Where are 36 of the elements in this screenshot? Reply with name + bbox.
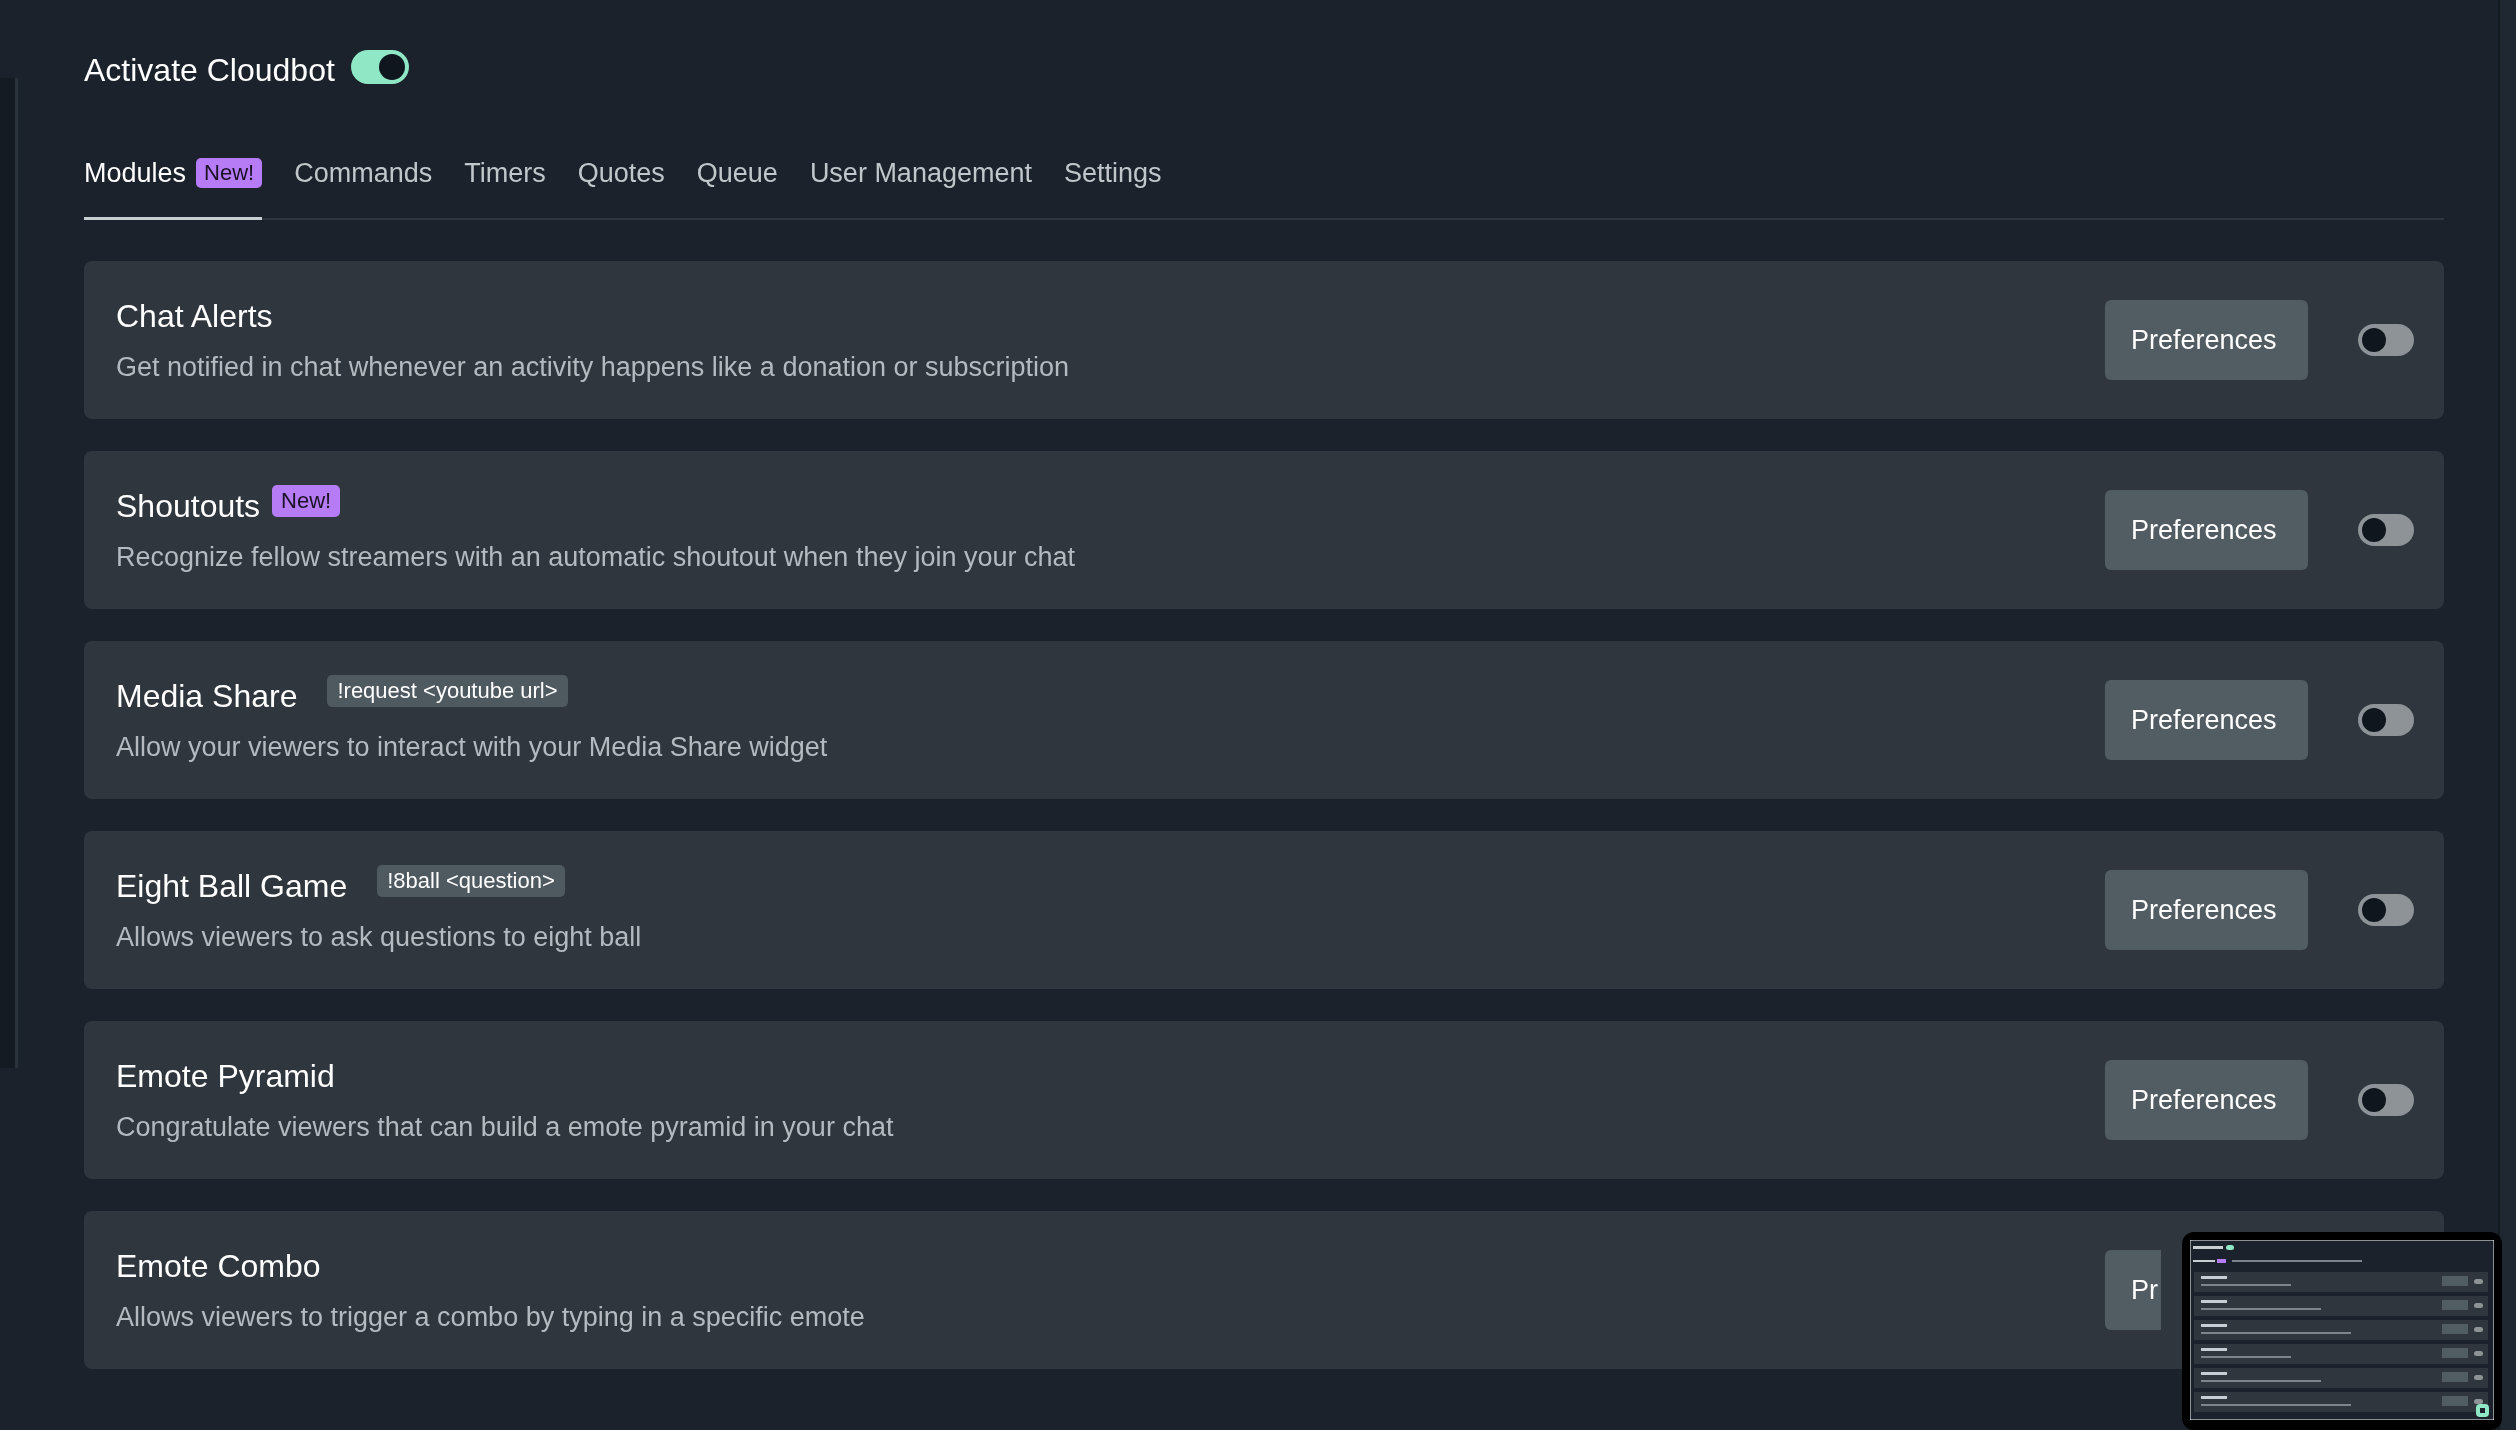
toggle-switch[interactable]: [2358, 1084, 2414, 1116]
module-title: Eight Ball Game: [116, 867, 348, 906]
command-badge: !8ball <question>: [377, 865, 565, 897]
tab[interactable]: Quotes: [577, 157, 665, 220]
tab[interactable]: User Management: [809, 157, 1032, 220]
new-badge: New!: [272, 485, 341, 517]
new-badge: New!: [196, 158, 263, 188]
module-description: Recognize fellow streamers with an automatic shoutout when they join your chat: [116, 541, 1076, 574]
module-description: Allows viewers to ask questions to eight ball: [116, 921, 643, 954]
module-title: Emote Combo: [116, 1247, 321, 1286]
preferences-button[interactable]: Preferences: [2105, 680, 2308, 760]
tab[interactable]: Commands: [294, 157, 433, 220]
toggle-switch[interactable]: [2358, 704, 2414, 736]
preferences-button[interactable]: Preferences: [2105, 1060, 2308, 1140]
toggle-switch[interactable]: [2358, 324, 2414, 356]
tab[interactable]: Queue: [696, 157, 778, 220]
module-description: Congratulate viewers that can build a emote pyramid in your chat: [116, 1111, 895, 1144]
page-title: Activate Cloudbot: [84, 51, 335, 90]
module-title: Shoutouts: [116, 487, 261, 526]
module-description: Allow your viewers to interact with your Media Share widget: [116, 731, 829, 764]
tab[interactable]: Modules New!: [84, 157, 263, 220]
module-description: Get notified in chat whenever an activity happens like a donation or subscription: [116, 351, 1071, 384]
module-title: Emote Pyramid: [116, 1057, 335, 1096]
preferences-button[interactable]: Preferences: [2105, 300, 2308, 380]
module-description: Allows viewers to trigger a combo by typing in a specific emote: [116, 1301, 866, 1334]
toggle-switch[interactable]: [2358, 514, 2414, 546]
tab[interactable]: Settings: [1064, 157, 1162, 220]
tab[interactable]: Timers: [464, 157, 546, 220]
command-badge: !request <youtube url>: [327, 675, 568, 707]
toggle-switch[interactable]: [2358, 894, 2414, 926]
module-title: Media Share: [116, 677, 298, 716]
preferences-button[interactable]: Preferences: [2105, 870, 2308, 950]
preferences-button[interactable]: Preferences: [2105, 490, 2308, 570]
module-title: Chat Alerts: [116, 297, 273, 336]
preferences-button[interactable]: Pr: [2105, 1250, 2161, 1330]
toggle-switch[interactable]: [350, 50, 409, 84]
